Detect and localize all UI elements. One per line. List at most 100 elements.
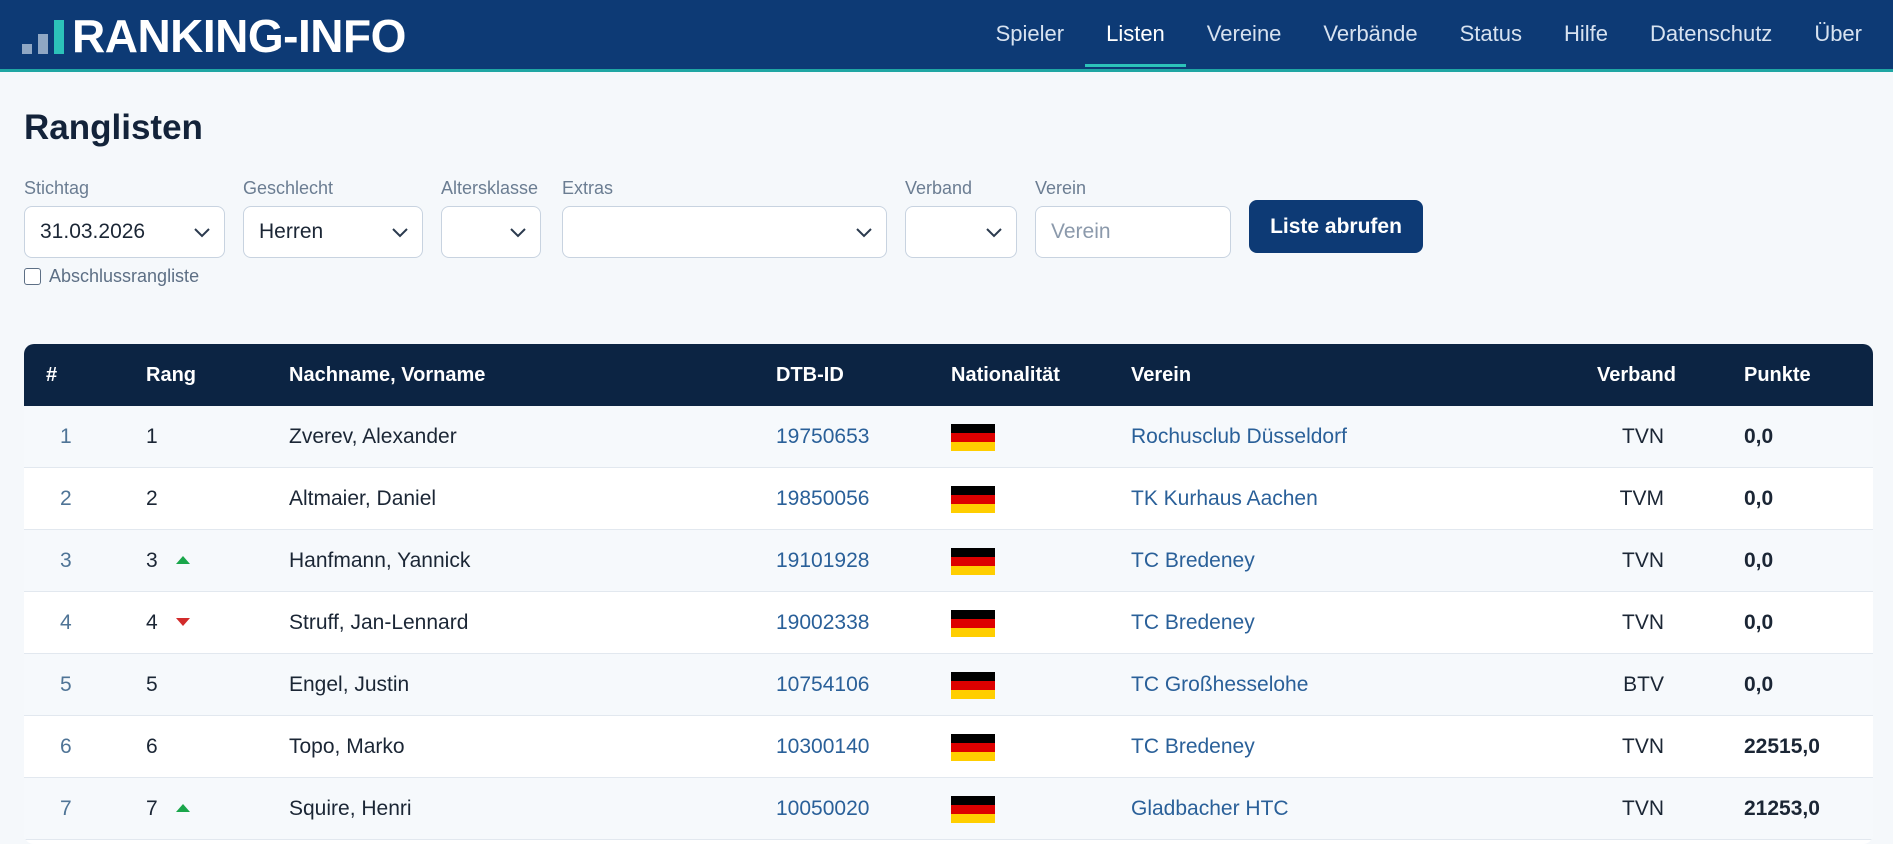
verein-input[interactable]: Verein <box>1035 206 1231 258</box>
bar-chart-logo-icon <box>22 18 66 54</box>
header-rang: Rang <box>146 364 196 386</box>
nav-item-1[interactable]: Listen <box>1085 0 1186 69</box>
trend-down-icon <box>176 618 190 626</box>
extras-label: Extras <box>562 178 614 198</box>
row-verband: TVM <box>1619 487 1664 510</box>
row-index: 5 <box>60 673 72 696</box>
liste-abrufen-button[interactable]: Liste abrufen <box>1249 200 1423 253</box>
row-player-name: Struff, Jan-Lennard <box>289 611 469 634</box>
row-index: 1 <box>60 425 72 448</box>
row-rang: 1 <box>146 425 158 448</box>
header-verband: Verband <box>1597 364 1676 386</box>
nav-item-3[interactable]: Verbände <box>1302 0 1438 69</box>
stichtag-field: Stichtag 31.03.2026 <box>24 176 225 258</box>
row-dtb-id-link[interactable]: 19850056 <box>776 468 869 530</box>
brand-name: RANKING-INFO <box>72 10 406 62</box>
row-club-link[interactable]: Gladbacher HTC <box>1131 778 1289 840</box>
nav-item-2[interactable]: Vereine <box>1186 0 1303 69</box>
abschlussrangliste-option: Abschlussrangliste <box>24 266 199 287</box>
row-verband: TVN <box>1622 735 1664 758</box>
row-verband: TVN <box>1622 611 1664 634</box>
row-index: 4 <box>60 611 72 634</box>
abschlussrangliste-label: Abschlussrangliste <box>49 266 200 286</box>
germany-flag-icon <box>951 610 995 637</box>
row-club-link[interactable]: TC Bredeney <box>1131 592 1255 654</box>
altersklasse-select[interactable] <box>441 206 541 258</box>
table-row: 1 1 Zverev, Alexander 19750653 Rochusclub Dü… <box>24 406 1873 468</box>
nav-item-4[interactable]: Status <box>1439 0 1543 69</box>
chevron-down-icon <box>194 227 210 241</box>
stichtag-value: 31.03.2026 <box>40 220 146 243</box>
row-verband: TVN <box>1622 797 1664 820</box>
germany-flag-icon <box>951 424 995 451</box>
row-index: 2 <box>60 487 72 510</box>
nav-item-6[interactable]: Datenschutz <box>1629 0 1793 69</box>
page-title: Ranglisten <box>24 108 203 147</box>
verein-placeholder: Verein <box>1051 220 1111 243</box>
nav-item-0[interactable]: Spieler <box>975 0 1085 69</box>
row-verband: TVN <box>1622 549 1664 572</box>
table-row: 4 4 Struff, Jan-Lennard 19002338 TC Bredeney… <box>24 592 1873 654</box>
brand-logo[interactable]: RANKING-INFO <box>22 12 406 60</box>
top-navigation-bar: RANKING-INFO Spieler Listen Vereine Verbänd… <box>0 0 1893 72</box>
row-rang: 2 <box>146 487 158 510</box>
row-club-link[interactable]: TC Bredeney <box>1131 716 1255 778</box>
row-punkte: 0,0 <box>1744 611 1774 634</box>
geschlecht-label: Geschlecht <box>243 178 334 198</box>
ranking-table: # Rang Nachname, Vorname DTB-ID National… <box>24 344 1873 844</box>
abschlussrangliste-checkbox[interactable] <box>24 268 41 285</box>
germany-flag-icon <box>951 734 995 761</box>
row-dtb-id-link[interactable]: 10300140 <box>776 716 869 778</box>
row-player-name: Topo, Marko <box>289 735 405 758</box>
geschlecht-select[interactable]: Herren <box>243 206 423 258</box>
row-dtb-id-link[interactable]: 19750653 <box>776 406 869 468</box>
table-row: 6 6 Topo, Marko 10300140 TC Bredeney TVN 22515… <box>24 716 1873 778</box>
row-player-name: Hanfmann, Yannick <box>289 549 471 572</box>
row-verband: BTV <box>1623 673 1664 696</box>
stichtag-label: Stichtag <box>24 178 90 198</box>
row-dtb-id-link[interactable]: 10754106 <box>776 654 869 716</box>
table-row: 3 3 Hanfmann, Yannick 19101928 TC Bredeney TV… <box>24 530 1873 592</box>
chevron-down-icon <box>986 227 1002 241</box>
altersklasse-label: Altersklasse <box>441 178 539 198</box>
trend-up-icon <box>176 804 190 812</box>
row-punkte: 22515,0 <box>1744 735 1820 758</box>
row-punkte: 21253,0 <box>1744 797 1820 820</box>
verband-field: Verband <box>905 176 1017 258</box>
verband-label: Verband <box>905 178 973 198</box>
chevron-down-icon <box>510 227 526 241</box>
row-club-link[interactable]: Rochusclub Düsseldorf <box>1131 406 1347 468</box>
main-nav: Spieler Listen Vereine Verbände Status Hilfe D… <box>975 0 1883 69</box>
row-punkte: 0,0 <box>1744 487 1774 510</box>
row-player-name: Zverev, Alexander <box>289 425 457 448</box>
germany-flag-icon <box>951 486 995 513</box>
row-rang: 7 <box>146 797 158 820</box>
row-dtb-id-link[interactable]: 19101928 <box>776 530 869 592</box>
row-rang: 4 <box>146 611 158 634</box>
header-index: # <box>46 364 58 386</box>
verein-field: Verein Verein <box>1035 176 1231 258</box>
germany-flag-icon <box>951 548 995 575</box>
row-index: 7 <box>60 797 72 820</box>
table-header: # Rang Nachname, Vorname DTB-ID National… <box>24 344 1873 406</box>
row-club-link[interactable]: TC Großhesselohe <box>1131 654 1308 716</box>
nav-item-7[interactable]: Über <box>1793 0 1883 69</box>
trend-up-icon <box>176 556 190 564</box>
table-row: 5 5 Engel, Justin 10754106 TC Großhesselohe B… <box>24 654 1873 716</box>
stichtag-select[interactable]: 31.03.2026 <box>24 206 225 258</box>
row-dtb-id-link[interactable]: 19002338 <box>776 592 869 654</box>
row-club-link[interactable]: TK Kurhaus Aachen <box>1131 468 1318 530</box>
row-dtb-id-link[interactable]: 10050020 <box>776 778 869 840</box>
row-club-link[interactable]: TC Bredeney <box>1131 530 1255 592</box>
nav-item-5[interactable]: Hilfe <box>1543 0 1629 69</box>
table-row: 7 7 Squire, Henri 10050020 Gladbacher HTC TVN… <box>24 778 1873 840</box>
extras-select[interactable] <box>562 206 887 258</box>
row-rang: 6 <box>146 735 158 758</box>
geschlecht-field: Geschlecht Herren <box>243 176 423 258</box>
extras-field: Extras <box>562 176 887 258</box>
row-player-name: Squire, Henri <box>289 797 412 820</box>
verein-label: Verein <box>1035 178 1087 198</box>
altersklasse-field: Altersklasse <box>441 176 541 258</box>
row-rang: 5 <box>146 673 158 696</box>
verband-select[interactable] <box>905 206 1017 258</box>
